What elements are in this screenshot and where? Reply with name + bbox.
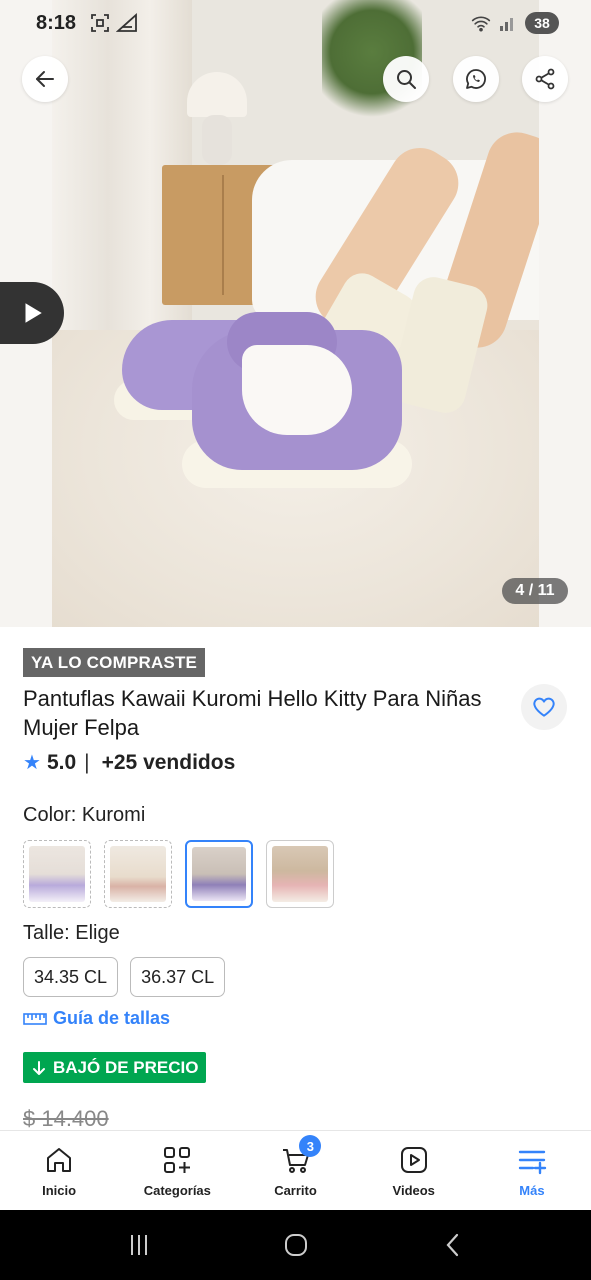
rating-row[interactable]: ★ 5.0 | +25 vendidos — [23, 750, 235, 775]
share-icon — [535, 68, 555, 90]
photo-slipper-ruffle — [242, 345, 352, 435]
video-icon — [400, 1147, 427, 1173]
size-guide-label: Guía de tallas — [53, 1008, 171, 1028]
nav-cart[interactable]: 3 Carrito — [236, 1131, 354, 1210]
status-time: 8:18 — [36, 12, 77, 34]
share-button[interactable] — [522, 56, 568, 102]
product-title: Pantuflas Kawaii Kuromi Hello Kitty Para… — [23, 686, 482, 740]
color-label: Color: Kuromi — [23, 804, 146, 826]
home-icon — [47, 1148, 72, 1172]
search-icon — [397, 70, 416, 89]
price-drop-badge: BAJÓ DE PRECIO — [23, 1052, 207, 1083]
search-button[interactable] — [383, 56, 429, 102]
color-options — [23, 840, 334, 908]
system-navigation — [0, 1210, 591, 1280]
nav-cart-label: Carrito — [274, 1183, 317, 1198]
whatsapp-icon — [466, 69, 486, 89]
nav-home[interactable]: Inicio — [0, 1131, 118, 1210]
color-option-image — [29, 846, 85, 902]
nav-categories[interactable]: Categorías — [118, 1131, 236, 1210]
bottom-navigation: Inicio Categorías 3 Carrito Videos Más — [0, 1130, 591, 1210]
color-option-image — [110, 846, 166, 902]
nav-more[interactable]: Más — [473, 1131, 591, 1210]
whatsapp-share-button[interactable] — [453, 56, 499, 102]
star-icon: ★ — [23, 752, 41, 774]
size-label: Talle: Elige — [23, 922, 120, 944]
menu-plus-icon — [518, 1150, 547, 1175]
color-option-image — [272, 846, 328, 902]
nav-categories-label: Categorías — [143, 1183, 211, 1198]
color-option-4[interactable] — [266, 840, 334, 908]
categories-icon — [164, 1147, 191, 1173]
product-gallery[interactable]: 4 / 11 — [0, 0, 591, 627]
rating-separator: | — [84, 750, 90, 774]
cart-badge: 3 — [299, 1135, 322, 1157]
signal-icon — [500, 18, 513, 31]
status-left-icons — [90, 13, 138, 33]
price-drop-label: BAJÓ DE PRECIO — [53, 1057, 199, 1077]
ruler-icon — [23, 1012, 47, 1025]
size-options: 34.35 CL 36.37 CL — [23, 957, 226, 997]
nav-videos[interactable]: Videos — [355, 1131, 473, 1210]
status-right-icons: 38 — [471, 12, 559, 34]
heart-icon — [533, 697, 555, 717]
nav-home-label: Inicio — [42, 1183, 77, 1198]
rating-score: 5.0 — [46, 750, 77, 774]
sold-count: +25 vendidos — [101, 750, 236, 774]
color-option-2[interactable] — [104, 840, 172, 908]
size-option-1[interactable]: 34.35 CL — [23, 957, 119, 997]
favorite-button[interactable] — [521, 684, 567, 730]
battery-indicator: 38 — [525, 12, 559, 34]
play-icon — [25, 303, 42, 323]
color-option-image — [192, 847, 246, 901]
back-button[interactable] — [22, 56, 68, 102]
play-video-button[interactable] — [0, 282, 64, 344]
color-option-kuromi[interactable] — [185, 840, 253, 908]
gallery-counter: 4 / 11 — [502, 578, 568, 604]
bought-tag: YA LO COMPRASTE — [23, 648, 206, 677]
color-option-1[interactable] — [23, 840, 91, 908]
old-price: $ 14.400 — [23, 1106, 109, 1130]
data-saver-icon — [116, 13, 137, 32]
arrow-down-icon — [33, 1060, 45, 1075]
home-system-icon[interactable] — [282, 1231, 310, 1259]
wifi-icon — [471, 16, 491, 32]
photo-lamp-base — [202, 115, 232, 165]
recent-apps-icon[interactable] — [125, 1231, 153, 1259]
back-system-icon[interactable] — [439, 1231, 467, 1259]
nav-more-label: Más — [519, 1183, 545, 1198]
status-bar: 8:18 38 — [0, 0, 591, 50]
arrow-left-icon — [36, 71, 54, 87]
screenshot-icon — [91, 14, 109, 32]
size-option-2[interactable]: 36.37 CL — [130, 957, 226, 997]
nav-videos-label: Videos — [392, 1183, 435, 1198]
size-guide-link[interactable]: Guía de tallas — [23, 1008, 170, 1029]
